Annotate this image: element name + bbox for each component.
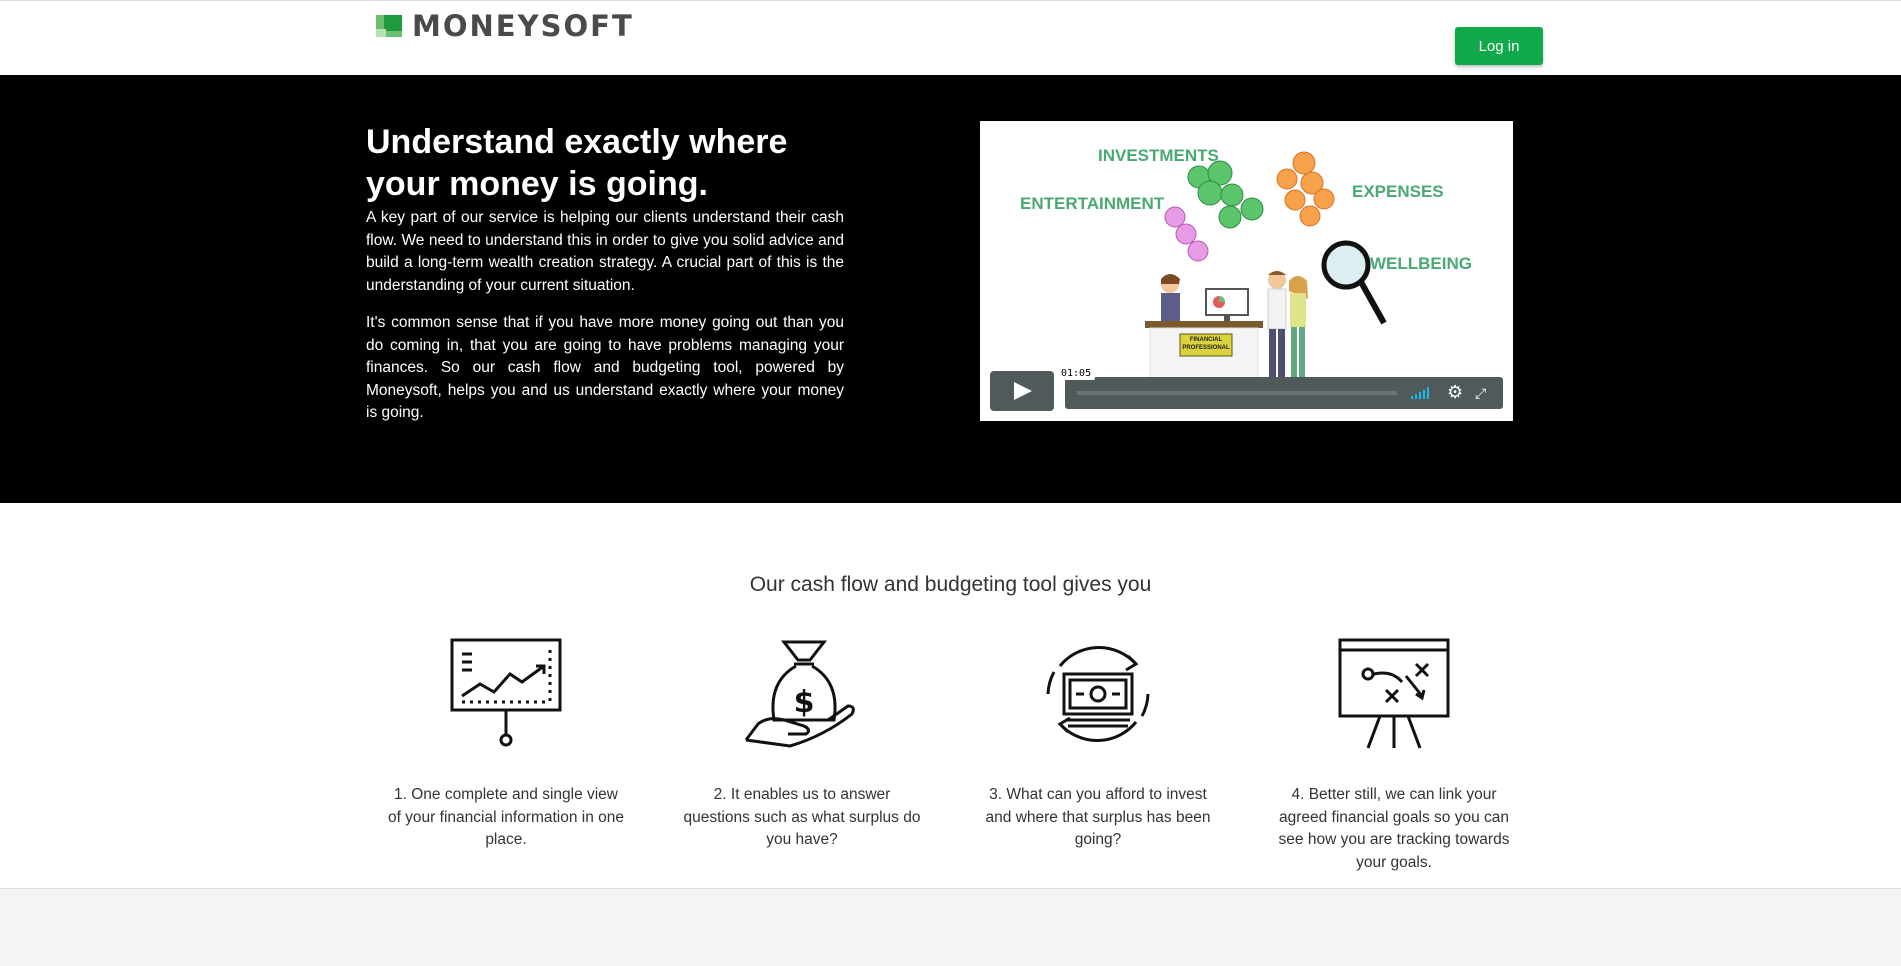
fullscreen-icon[interactable]: ⤢	[1475, 384, 1486, 402]
moneysoft-logo[interactable]: MONEYSOFT	[376, 9, 634, 43]
cash-cycle-icon	[1046, 645, 1150, 743]
video-player[interactable]: INVESTMENTS ENTERTAINMENT EXPENSES WELLB…	[980, 121, 1513, 421]
feature-item-2: $ 2. It enables us to answer questions s…	[682, 636, 922, 852]
svg-text:$: $	[794, 685, 815, 720]
video-timecode: 01:05	[1057, 367, 1096, 380]
presentation-chart-icon	[450, 638, 562, 747]
features-title: Our cash flow and budgeting tool gives y…	[749, 573, 1152, 596]
feature-text-1: 1. One complete and single view of your …	[387, 786, 625, 848]
logo-text: MONEYSOFT	[412, 9, 634, 43]
video-label-investments: INVESTMENTS	[1098, 146, 1219, 165]
feature-text-4: 4. Better still, we can link your agreed…	[1278, 786, 1510, 871]
volume-icon[interactable]	[1411, 387, 1429, 399]
video-progress-bar[interactable]	[1077, 391, 1397, 395]
hero-section: Understand exactly where your money is g…	[0, 75, 1901, 503]
hero-paragraph-2: It's common sense that if you have more …	[366, 314, 844, 421]
feature-item-1: 1. One complete and single view of your …	[386, 636, 626, 852]
hero-paragraph-1: A key part of our service is helping our…	[366, 209, 844, 294]
strategy-board-icon	[1338, 638, 1450, 749]
feature-text-2: 2. It enables us to answer questions suc…	[683, 786, 921, 848]
gear-icon[interactable]: ⚙	[1447, 382, 1463, 402]
money-bag-hand-icon: $	[744, 640, 855, 748]
site-header: MONEYSOFT Log in	[0, 0, 1901, 75]
feature-text-3: 3. What can you afford to invest and whe…	[985, 786, 1211, 848]
video-label-entertainment: ENTERTAINMENT	[1020, 194, 1165, 213]
video-label-wellbeing: WELLBEING	[1370, 254, 1472, 273]
feature-item-4: 4. Better still, we can link your agreed…	[1274, 636, 1514, 874]
feature-item-3: 3. What can you afford to invest and whe…	[978, 636, 1218, 852]
logo-mark-icon	[376, 15, 402, 37]
video-label-expenses: EXPENSES	[1352, 182, 1444, 201]
login-button[interactable]: Log in	[1455, 27, 1543, 65]
hero-title: Understand exactly where your money is g…	[366, 123, 788, 203]
footer-band	[0, 888, 1901, 966]
desk-sign-text: FINANCIAL PROFESSIONAL	[1182, 337, 1230, 351]
play-button[interactable]	[990, 371, 1054, 411]
video-controls-bar: ⚙ ⤢	[1065, 377, 1503, 409]
